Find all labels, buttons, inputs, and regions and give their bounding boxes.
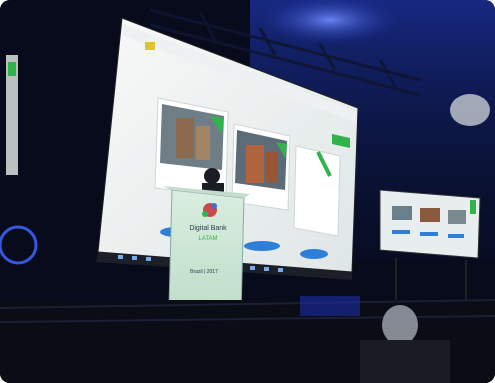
audience-head <box>382 305 418 345</box>
left-screen-accent <box>8 62 16 76</box>
podium-brand-line2: LATAM <box>198 236 217 242</box>
ceiling-speaker <box>450 94 490 126</box>
stage-scene: Digital Bank LATAM Brazil | 2017 Novembr… <box>0 0 495 383</box>
podium-caption: Brazil | 2017 <box>190 269 218 275</box>
audience-body <box>360 340 450 383</box>
screen-card-3 <box>293 145 341 237</box>
screen-logo-icon <box>145 42 155 50</box>
event-photo: Digital Bank LATAM Brazil | 2017 Novembr… <box>0 0 495 383</box>
screen-button-2 <box>244 241 280 251</box>
floor-blue-light <box>300 296 360 316</box>
podium-brand-line1: Digital Bank <box>189 225 227 232</box>
screen-button-3 <box>300 249 328 259</box>
